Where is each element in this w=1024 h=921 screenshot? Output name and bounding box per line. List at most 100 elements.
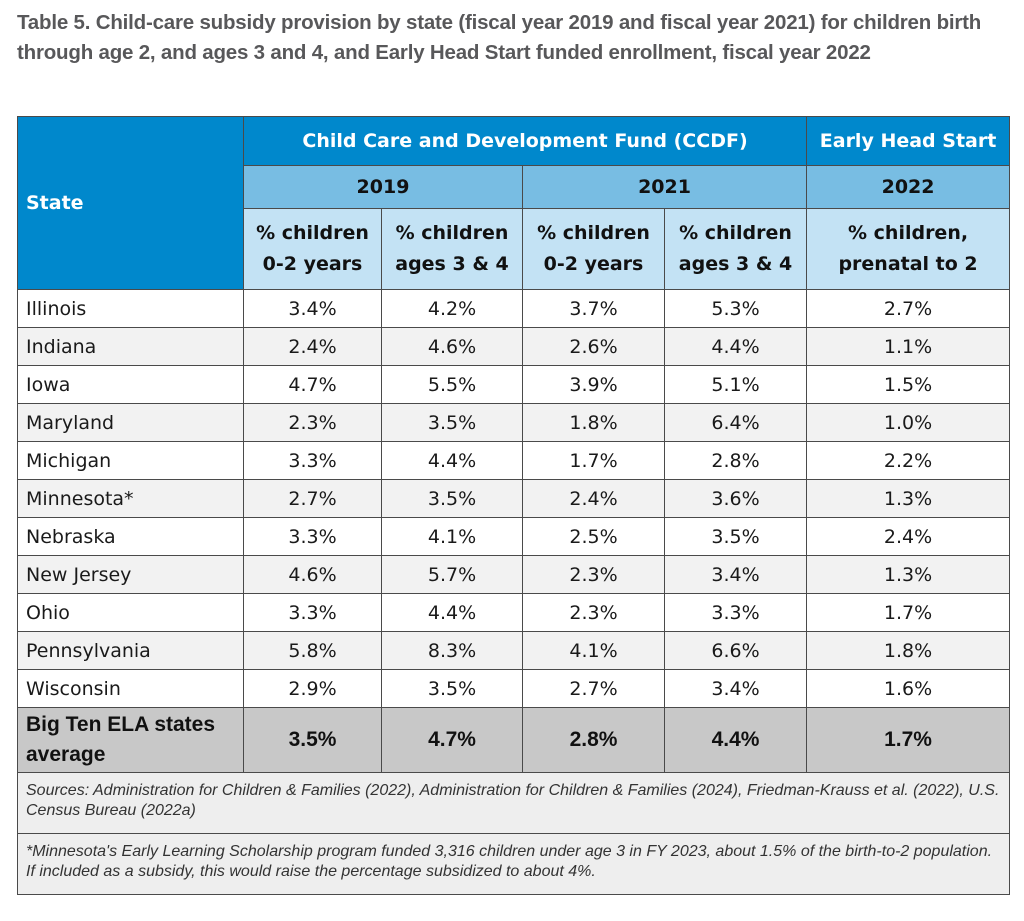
table-row: Michigan 3.3% 4.4% 1.7% 2.8% 2.2% (17, 441, 1011, 480)
average-row: Big Ten ELA states average 3.5% 4.7% 2.8… (17, 707, 1011, 773)
cell-2021-3-4: 6.6% (663, 631, 808, 670)
header-state: State (17, 116, 244, 290)
cell-2019-3-4: 4.4% (381, 593, 523, 632)
header-line: % children (679, 222, 792, 244)
state-name: Illinois (17, 289, 244, 328)
cell-2021-3-4: 3.3% (663, 593, 808, 632)
header-2019-0-2: % children 0-2 years (243, 208, 382, 290)
table-row: Wisconsin 2.9% 3.5% 2.7% 3.4% 1.6% (17, 669, 1011, 708)
cell-2021-0-2: 1.8% (522, 403, 665, 442)
cell-2019-3-4: 5.5% (381, 365, 523, 404)
state-name: Indiana (17, 327, 244, 366)
cell-2019-3-4: 3.5% (381, 669, 523, 708)
header-year-2021: 2021 (521, 165, 808, 209)
cell-2019-0-2: 3.3% (243, 441, 382, 480)
cell-2019-0-2: 3.3% (243, 593, 382, 632)
cell-ehs-2022: 1.1% (806, 327, 1011, 366)
header-line: 0-2 years (543, 253, 644, 275)
header-line: % children, (848, 222, 969, 244)
cell-2021-3-4: 3.4% (663, 555, 808, 594)
header-2021-3-4: % children ages 3 & 4 (663, 208, 808, 290)
cell-2021-0-2: 2.7% (522, 669, 665, 708)
cell-ehs-2022: 2.2% (806, 441, 1011, 480)
state-name: Michigan (17, 441, 244, 480)
cell-2021-0-2: 2.5% (522, 517, 665, 556)
table-row: Maryland 2.3% 3.5% 1.8% 6.4% 1.0% (17, 403, 1011, 442)
subsidy-table: State Child Care and Development Fund (C… (16, 116, 1011, 895)
cell-2021-0-2: 4.1% (522, 631, 665, 670)
header-line: ages 3 & 4 (395, 253, 509, 275)
avg-2019-3-4: 4.7% (381, 707, 523, 773)
header-year-2022: 2022 (806, 165, 1011, 209)
cell-ehs-2022: 1.8% (806, 631, 1011, 670)
cell-2019-0-2: 2.7% (243, 479, 382, 518)
cell-2019-0-2: 5.8% (243, 631, 382, 670)
footnote-note: *Minnesota's Early Learning Scholarship … (16, 833, 1011, 895)
cell-2021-3-4: 5.3% (663, 289, 808, 328)
table-row: Nebraska 3.3% 4.1% 2.5% 3.5% 2.4% (17, 517, 1011, 556)
cell-2019-0-2: 4.7% (243, 365, 382, 404)
cell-2019-3-4: 3.5% (381, 403, 523, 442)
cell-2019-0-2: 2.9% (243, 669, 382, 708)
header-ccdf: Child Care and Development Fund (CCDF) (242, 116, 808, 166)
cell-ehs-2022: 1.5% (806, 365, 1011, 404)
cell-2019-3-4: 4.2% (381, 289, 523, 328)
state-name: Ohio (17, 593, 244, 632)
avg-2021-0-2: 2.8% (522, 707, 665, 773)
header-year-2019: 2019 (243, 165, 523, 209)
header-line: ages 3 & 4 (678, 253, 793, 275)
cell-2021-0-2: 2.3% (522, 593, 665, 632)
state-name: Maryland (17, 403, 244, 442)
cell-2019-0-2: 2.3% (243, 403, 382, 442)
avg-2019-0-2: 3.5% (243, 707, 382, 773)
cell-2019-3-4: 4.6% (381, 327, 523, 366)
cell-ehs-2022: 2.7% (806, 289, 1011, 328)
cell-2021-3-4: 2.8% (663, 441, 808, 480)
cell-2021-0-2: 3.9% (522, 365, 665, 404)
cell-2021-0-2: 3.7% (522, 289, 665, 328)
header-line: % children (256, 222, 369, 244)
header-ehs: Early Head Start (806, 116, 1011, 166)
header-2021-0-2: % children 0-2 years (522, 208, 665, 290)
cell-2021-0-2: 2.3% (522, 555, 665, 594)
avg-2021-3-4: 4.4% (663, 707, 808, 773)
state-name: Nebraska (17, 517, 244, 556)
cell-ehs-2022: 1.0% (806, 403, 1011, 442)
table-title: Table 5. Child-care subsidy provision by… (17, 11, 982, 64)
table-row: Indiana 2.4% 4.6% 2.6% 4.4% 1.1% (17, 327, 1011, 366)
header-line: % children (395, 222, 509, 244)
state-name: Minnesota* (17, 479, 244, 518)
table-row: Minnesota* 2.7% 3.5% 2.4% 3.6% 1.3% (17, 479, 1011, 518)
cell-2021-0-2: 1.7% (522, 441, 665, 480)
cell-2019-0-2: 4.6% (243, 555, 382, 594)
cell-ehs-2022: 1.3% (806, 479, 1011, 518)
cell-2019-0-2: 3.3% (243, 517, 382, 556)
cell-ehs-2022: 1.6% (806, 669, 1011, 708)
cell-2019-3-4: 4.4% (381, 441, 523, 480)
avg-ehs-2022: 1.7% (806, 707, 1011, 773)
cell-2019-3-4: 3.5% (381, 479, 523, 518)
header-line: 0-2 years (262, 253, 363, 275)
cell-2019-3-4: 5.7% (381, 555, 523, 594)
table-row: Iowa 4.7% 5.5% 3.9% 5.1% 1.5% (17, 365, 1011, 404)
table-row: New Jersey 4.6% 5.7% 2.3% 3.4% 1.3% (17, 555, 1011, 594)
table-row: Ohio 3.3% 4.4% 2.3% 3.3% 1.7% (17, 593, 1011, 632)
header-2019-3-4: % children ages 3 & 4 (381, 208, 523, 290)
cell-2021-3-4: 3.4% (663, 669, 808, 708)
cell-2021-3-4: 4.4% (663, 327, 808, 366)
cell-2021-3-4: 3.6% (663, 479, 808, 518)
header-line: % children (537, 222, 650, 244)
state-name: Wisconsin (17, 669, 244, 708)
cell-2021-3-4: 6.4% (663, 403, 808, 442)
state-name: New Jersey (17, 555, 244, 594)
cell-ehs-2022: 1.7% (806, 593, 1011, 632)
state-name: Pennsylvania (17, 631, 244, 670)
cell-ehs-2022: 1.3% (806, 555, 1011, 594)
sources-note: Sources: Administration for Children & F… (16, 772, 1011, 834)
cell-2021-0-2: 2.4% (522, 479, 665, 518)
cell-2019-3-4: 4.1% (381, 517, 523, 556)
sources-row: Sources: Administration for Children & F… (16, 772, 1011, 834)
cell-ehs-2022: 2.4% (806, 517, 1011, 556)
cell-2021-0-2: 2.6% (522, 327, 665, 366)
cell-2019-0-2: 3.4% (243, 289, 382, 328)
